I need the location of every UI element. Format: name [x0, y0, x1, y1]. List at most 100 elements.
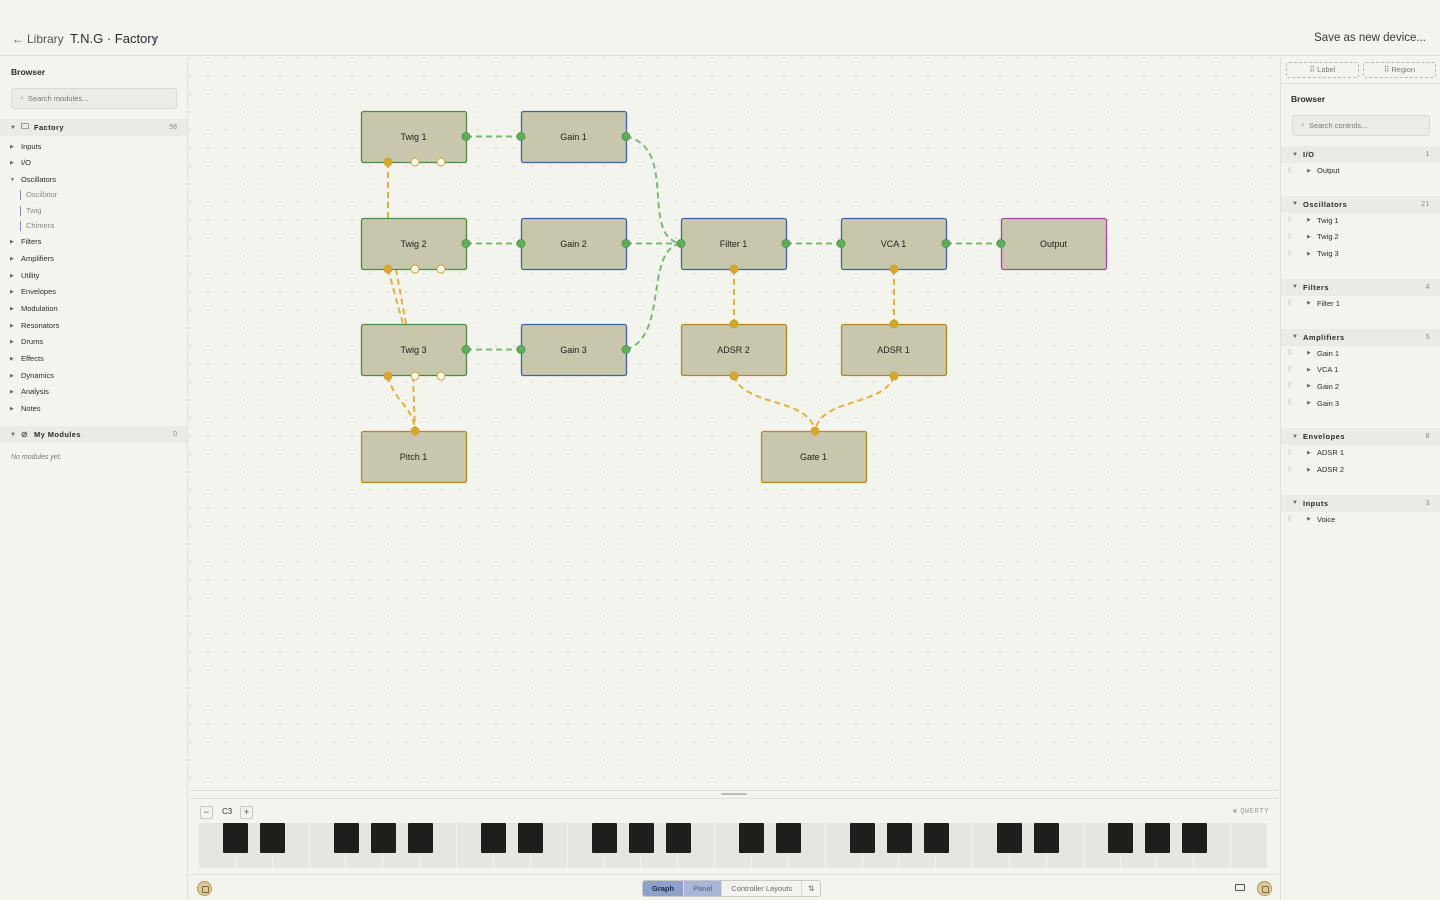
drag-handle-icon[interactable]: ⠿	[1287, 299, 1307, 307]
category-notes[interactable]: ▶ Notes	[10, 404, 41, 413]
sort-arrows-icon[interactable]: ⇅	[802, 881, 821, 896]
black-key[interactable]	[407, 823, 433, 853]
black-key[interactable]	[260, 823, 286, 853]
drag-handle-icon[interactable]: ⠿	[1287, 233, 1307, 241]
node-gain3[interactable]: Gain 3	[520, 323, 628, 377]
empty-mod-port[interactable]	[410, 371, 420, 381]
add-region-button[interactable]: ⠿ Region	[1363, 62, 1436, 78]
graph-svg[interactable]: Twig 1 Gain 1 Twig 2 Gain 2 Filter 1 VCA 1 Out…	[189, 57, 1279, 790]
control-group-filters[interactable]: ▼ Filters 4	[1281, 278, 1440, 296]
mod-port[interactable]	[810, 426, 820, 436]
drag-handle-icon[interactable]: ⠿	[1287, 382, 1307, 390]
audio-cable-3[interactable]	[625, 135, 682, 245]
audio-cable-5[interactable]	[625, 242, 682, 351]
right-panel-toggle-icon[interactable]	[1257, 881, 1272, 896]
category-envelopes[interactable]: ▶ Envelopes	[10, 287, 56, 296]
category-drums[interactable]: ▶ Drums	[10, 337, 43, 346]
black-key[interactable]	[223, 823, 249, 853]
audio-port[interactable]	[516, 345, 526, 354]
node-twig1[interactable]: Twig 1	[360, 110, 468, 164]
mod-port[interactable]	[889, 264, 899, 274]
control-item-gain-2[interactable]: ⠿ ▶ Gain 2	[1287, 382, 1339, 391]
black-key[interactable]	[1144, 823, 1170, 853]
black-key[interactable]	[997, 823, 1023, 853]
node-twig3[interactable]: Twig 3	[360, 323, 468, 377]
control-group-inputs[interactable]: ▼ Inputs 3	[1281, 494, 1440, 512]
audio-port[interactable]	[516, 132, 526, 141]
black-key[interactable]	[776, 823, 802, 853]
category-utility[interactable]: ▶ Utility	[10, 271, 39, 280]
mod-port[interactable]	[410, 426, 420, 436]
tab-panel[interactable]: Panel	[684, 881, 723, 896]
control-group-i-o[interactable]: ▼ I/O 1	[1281, 146, 1440, 163]
drag-handle-icon[interactable]: ⠿	[1287, 216, 1307, 224]
black-key[interactable]	[923, 823, 949, 853]
control-item-filter-1[interactable]: ⠿ ▶ Filter 1	[1287, 299, 1340, 308]
black-key[interactable]	[1108, 823, 1134, 853]
audio-port[interactable]	[676, 239, 686, 248]
category-dynamics[interactable]: ▶ Dynamics	[10, 371, 54, 380]
graph-canvas[interactable]: Twig 1 Gain 1 Twig 2 Gain 2 Filter 1 VCA 1 Out…	[189, 57, 1279, 790]
category-modulation[interactable]: ▶ Modulation	[10, 304, 58, 313]
keyboard-icon[interactable]	[1235, 884, 1245, 891]
drag-handle-icon[interactable]: ⠿	[1287, 366, 1307, 374]
tab-controller-layouts[interactable]: Controller Layouts	[722, 881, 803, 896]
left-panel-toggle-icon[interactable]	[197, 881, 212, 896]
white-key[interactable]	[1231, 823, 1268, 868]
controls-search-input[interactable]	[1308, 121, 1429, 130]
empty-mod-port[interactable]	[410, 157, 420, 167]
black-key[interactable]	[370, 823, 396, 853]
node-gate1[interactable]: Gate 1	[760, 430, 868, 484]
category-amplifiers[interactable]: ▶ Amplifiers	[10, 254, 54, 263]
black-key[interactable]	[1181, 823, 1207, 853]
black-key[interactable]	[665, 823, 691, 853]
empty-mod-port[interactable]	[410, 264, 420, 274]
audio-port[interactable]	[461, 239, 471, 248]
node-pitch1[interactable]: Pitch 1	[360, 430, 468, 484]
audio-port[interactable]	[621, 132, 631, 141]
piano-keyboard[interactable]	[199, 823, 1268, 868]
control-item-twig-2[interactable]: ⠿ ▶ Twig 2	[1287, 232, 1339, 241]
modulation-cable-11[interactable]	[387, 375, 416, 432]
module-search-box[interactable]: ⌕	[11, 88, 177, 109]
audio-port[interactable]	[996, 239, 1006, 248]
control-item-adsr-1[interactable]: ⠿ ▶ ADSR 1	[1287, 448, 1344, 457]
drag-handle-icon[interactable]: ⠿	[1287, 399, 1307, 407]
drag-handle-icon[interactable]: ⠿	[1287, 466, 1307, 474]
empty-mod-port[interactable]	[436, 264, 446, 274]
black-key[interactable]	[481, 823, 507, 853]
audio-port[interactable]	[836, 239, 846, 248]
control-item-adsr-2[interactable]: ⠿ ▶ ADSR 2	[1287, 465, 1344, 474]
audio-port[interactable]	[781, 239, 791, 248]
module-chimera[interactable]: Chimera	[20, 221, 54, 231]
control-item-twig-3[interactable]: ⠿ ▶ Twig 3	[1287, 249, 1339, 258]
category-inputs[interactable]: ▶ Inputs	[10, 142, 41, 151]
mod-port[interactable]	[383, 371, 393, 381]
back-to-library-link[interactable]: ← Library	[12, 32, 64, 46]
add-label-button[interactable]: ⠿ Label	[1286, 62, 1359, 78]
module-oscillator[interactable]: Oscillator	[20, 190, 57, 200]
black-key[interactable]	[1034, 823, 1060, 853]
audio-port[interactable]	[621, 345, 631, 354]
audio-port[interactable]	[941, 239, 951, 248]
control-item-output[interactable]: ⠿ ▶ Output	[1287, 166, 1340, 175]
empty-mod-port[interactable]	[436, 371, 446, 381]
tab-graph[interactable]: Graph	[643, 881, 685, 896]
audio-port[interactable]	[621, 239, 631, 248]
drag-handle-icon[interactable]: ⠿	[1287, 515, 1307, 523]
node-gain1[interactable]: Gain 1	[520, 110, 628, 164]
octave-down-button[interactable]: −	[200, 806, 213, 819]
control-item-voice[interactable]: ⠿ ▶ Voice	[1287, 515, 1335, 524]
modulation-cable-15[interactable]	[733, 375, 816, 432]
empty-mod-port[interactable]	[436, 157, 446, 167]
mod-port[interactable]	[729, 371, 739, 381]
mod-port[interactable]	[383, 264, 393, 274]
mod-port[interactable]	[729, 264, 739, 274]
drag-handle-icon[interactable]: ⠿	[1287, 449, 1307, 457]
control-group-oscillators[interactable]: ▼ Oscillators 21	[1281, 195, 1440, 213]
mod-port[interactable]	[889, 371, 899, 381]
control-item-gain-3[interactable]: ⠿ ▶ Gain 3	[1287, 399, 1339, 408]
category-i-o[interactable]: ▶ I/O	[10, 158, 31, 167]
module-search-input[interactable]	[27, 94, 176, 103]
black-key[interactable]	[333, 823, 359, 853]
